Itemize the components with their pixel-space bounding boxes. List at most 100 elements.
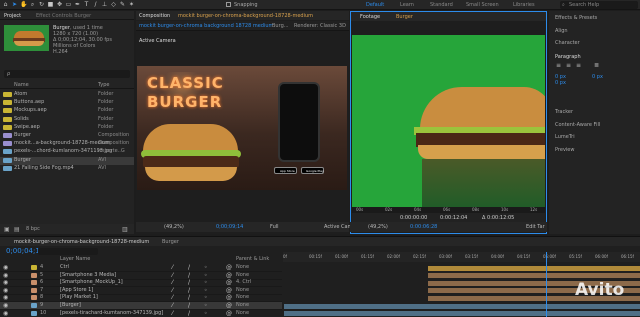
workspace-learn[interactable]: Learn [400,2,414,8]
shy-switch-icon[interactable]: ⁄ [172,302,173,309]
tab-footage[interactable]: Footage [360,14,380,20]
label-color-swatch[interactable] [3,133,12,138]
shy-switch-icon[interactable]: ⁄ [172,272,173,279]
layer-label-swatch[interactable] [31,310,37,316]
playhead[interactable] [546,252,547,317]
new-comp-icon[interactable]: ▤ [14,226,20,233]
project-list-item[interactable]: Swipe.aep Folder [0,124,134,132]
visibility-eye-icon[interactable]: ◉ [3,287,8,294]
label-color-swatch[interactable] [3,157,12,163]
comp-camera-dropdown[interactable]: Active Cam [324,224,352,230]
workspace-standard[interactable]: Standard [430,2,453,8]
paragraph-panel[interactable]: Paragraph [555,54,581,60]
3d-switch-icon[interactable]: ◦ [204,272,208,279]
shy-switch-icon[interactable]: ⁄ [172,264,173,271]
home-icon[interactable]: ⌂ [2,1,9,8]
layer-name[interactable]: [pexels-tirachard-kumtanom-347139.jpg] [60,310,163,316]
trash-icon[interactable]: ▥ [122,226,128,233]
layer-label-swatch[interactable] [31,287,37,293]
column-type-header[interactable]: Type [98,82,109,88]
camera-tool-icon[interactable]: ■ [47,1,54,8]
workspace-default[interactable]: Default [366,2,384,8]
project-list-item[interactable]: 21 Falling Side Fog.mp4 AVI [0,165,134,173]
project-list-item[interactable]: pexels-...chord-kumlanom-3471193.jpg Impo… [0,148,134,156]
bpc-label[interactable]: 8 bpc [26,226,40,232]
footage-viewer[interactable] [352,35,545,207]
timeline-search-input[interactable] [38,248,98,255]
label-color-swatch[interactable] [3,92,12,97]
align-panel[interactable]: Align [555,28,568,34]
layer-label-swatch[interactable] [31,295,37,301]
3d-switch-icon[interactable]: ◦ [204,264,208,271]
project-list-item[interactable]: Solids Folder [0,116,134,124]
content-aware-fill-panel[interactable]: Content-Aware Fill [555,122,600,128]
tab-effect-controls[interactable]: Effect Controls Burger [36,13,91,19]
visibility-eye-icon[interactable]: ◉ [3,264,8,271]
project-list-item[interactable]: Buttons.aep Folder [0,99,134,107]
footage-in[interactable]: 0:00:00:00 [400,215,427,221]
visibility-eye-icon[interactable]: ◉ [3,310,8,317]
visibility-eye-icon[interactable]: ◉ [3,294,8,301]
effects-presets-panel[interactable]: Effects & Presets [555,15,597,21]
new-folder-icon[interactable]: ▣ [4,226,10,233]
search-help-input[interactable]: ⌕ Search Help [560,1,638,9]
align-center-icon[interactable]: ≡ [566,62,571,69]
pickwhip-icon[interactable]: @ [226,302,232,309]
comp-sub-tab-2[interactable]: Burg... [272,23,289,29]
shy-switch-icon[interactable]: ⁄ [172,294,173,301]
lumetri-panel[interactable]: LumeTri [555,134,575,140]
fx-switch-icon[interactable]: / [188,302,190,309]
footage-out[interactable]: 0:00:12:04 [440,215,467,221]
parent-dropdown[interactable]: None [236,302,249,308]
justify-icon[interactable]: ≣ [594,62,599,69]
footage-timecode[interactable]: 0:00:06:28 [410,224,437,230]
character-panel[interactable]: Character [555,40,580,46]
label-color-swatch[interactable] [3,100,12,106]
layer-name[interactable]: [Play Market 1] [60,294,98,300]
fx-switch-icon[interactable]: / [188,264,190,271]
footage-zoom[interactable]: (49,2%) [368,224,388,230]
label-color-swatch[interactable] [3,124,12,130]
comp-zoom[interactable]: (49,2%) [164,224,184,230]
timeline-ruler[interactable]: 0f 00:15f 01:00f 01:15f 02:00f 02:15f 03:00f 03… [283,252,640,262]
parent-dropdown[interactable]: 4. Ctrl [236,279,251,285]
project-list-item[interactable]: Burger AVI [0,156,134,165]
brush-tool-icon[interactable]: / [92,1,99,8]
pickwhip-icon[interactable]: @ [226,279,232,286]
timeline-tab-burger[interactable]: Burger [162,239,179,245]
fx-switch-icon[interactable]: / [188,287,190,294]
visibility-eye-icon[interactable]: ◉ [3,302,8,309]
layer-duration-bar[interactable] [428,273,640,279]
project-list-item[interactable]: Mockups.aep Folder [0,107,134,115]
parent-dropdown[interactable]: None [236,310,249,316]
fx-switch-icon[interactable]: / [188,272,190,279]
project-search-input[interactable]: ρ [4,70,130,78]
workspace-small-screen[interactable]: Small Screen [466,2,499,8]
snapping-checkbox[interactable] [226,2,231,7]
3d-switch-icon[interactable]: ◦ [204,302,208,309]
fx-switch-icon[interactable]: / [188,294,190,301]
layer-label-swatch[interactable] [31,280,37,286]
puppet-tool-icon[interactable]: ✶ [128,1,135,8]
comp-timecode[interactable]: 0;00;09;14 [216,224,243,230]
indent-right[interactable]: 0 px [592,74,603,80]
hand-tool-icon[interactable]: ✋ [20,1,27,8]
layer-duration-bar[interactable] [284,303,640,309]
label-color-swatch[interactable] [3,116,12,122]
3d-switch-icon[interactable]: ◦ [204,310,208,317]
pan-behind-tool-icon[interactable]: ✥ [56,1,63,8]
label-color-swatch[interactable] [3,108,12,114]
align-right-icon[interactable]: ≡ [576,62,581,69]
parent-dropdown[interactable]: None [236,264,249,270]
fx-switch-icon[interactable]: / [188,310,190,317]
space-before[interactable]: 0 px [555,80,566,86]
comp-sub-tab[interactable]: mockit burger-on-chroma background 18728… [139,23,273,29]
3d-switch-icon[interactable]: ◦ [204,294,208,301]
pickwhip-icon[interactable]: @ [226,272,232,279]
type-tool-icon[interactable]: T [83,1,90,8]
layer-label-swatch[interactable] [31,303,37,308]
pickwhip-icon[interactable]: @ [226,294,232,301]
layer-name[interactable]: Ctrl [60,264,69,270]
roto-tool-icon[interactable]: ✎ [119,1,126,8]
project-list-item[interactable]: Burger Composition [0,132,134,140]
